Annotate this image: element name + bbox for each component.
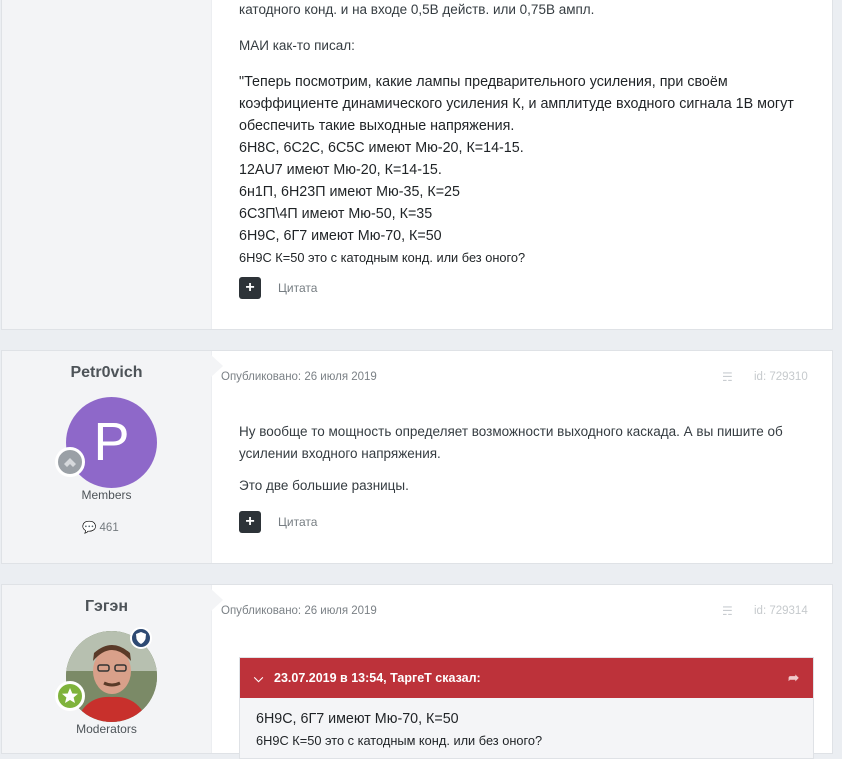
post-1: катодного конд. и на входе 0,5В действ. …	[1, 0, 833, 330]
post-text-line: усилении входного напряжения.	[239, 446, 441, 461]
quoted-block: "Теперь посмотрим, какие лампы предварит…	[239, 71, 808, 269]
quote-line: 6Н9С, 6Г7 имеют Мю-70, К=50	[256, 711, 459, 727]
post-2: Petr0vich P Members 💬 461 Опубликовано: …	[1, 350, 833, 564]
quote-line: 6Н9С К=50 это с катодным конд. или без о…	[239, 250, 526, 265]
add-reaction-button[interactable]: +	[239, 511, 261, 533]
chevron-down-icon[interactable]: ⌵	[254, 658, 263, 698]
author-name[interactable]: Petr0vich	[2, 364, 211, 382]
quote-button[interactable]: Цитата	[278, 515, 317, 529]
quote-line: обеспечить такие выходные напряжения.	[239, 118, 515, 134]
star-badge-icon	[55, 681, 85, 711]
quote-line: 6Н9С, 6Г7 имеют Мю-70, К=50	[239, 228, 442, 244]
quote-citation: 23.07.2019 в 13:54, ТаргеТ сказал:	[274, 671, 481, 685]
post-id: id: 729314	[754, 605, 808, 617]
member-group: Members	[81, 488, 132, 502]
posted-date[interactable]: Опубликовано: 26 июля 2019	[221, 371, 377, 383]
post-count-value: 461	[99, 522, 119, 534]
post-text-line: катодного конд. и на входе 0,5В действ. …	[239, 2, 595, 17]
post-text-line: МАИ как-то писал:	[239, 38, 355, 53]
quote-content: 6Н9С, 6Г7 имеют Мю-70, К=50 6Н9С К=50 эт…	[240, 698, 813, 758]
share-icon[interactable]: ☴	[722, 604, 733, 618]
author-name[interactable]: Гэгэн	[2, 598, 211, 616]
post-body: катодного конд. и на входе 0,5В действ. …	[239, 0, 808, 269]
reply-arrow-icon[interactable]: ➦	[788, 658, 799, 698]
moderator-shield-icon	[130, 627, 152, 649]
quote-line: 6С3П\4П имеют Мю-50, К=35	[239, 206, 433, 222]
post-id: id: 729310	[754, 371, 808, 383]
posted-date[interactable]: Опубликовано: 26 июля 2019	[221, 605, 377, 617]
quote-box: ⌵ 23.07.2019 в 13:54, ТаргеТ сказал: ➦ 6…	[239, 657, 814, 759]
quote-line: коэффициенте динамического усиления К, и…	[239, 96, 794, 112]
author-panel: Гэгэн Moderators	[2, 585, 212, 753]
post-text-line: Это две большие разницы.	[239, 478, 409, 493]
avatar[interactable]: P	[66, 397, 157, 488]
post-3: Гэгэн Moderators Опубликовано: 26 июля 2…	[1, 584, 833, 759]
member-group: Moderators	[76, 722, 137, 736]
post-body: Ну вообще то мощность определяет возможн…	[239, 421, 808, 497]
author-panel	[2, 0, 212, 329]
add-reaction-button[interactable]: +	[239, 277, 261, 299]
quote-line: 6н1П, 6Н23П имеют Мю-35, К=25	[239, 184, 460, 200]
quote-button[interactable]: Цитата	[278, 281, 317, 295]
post-count: 💬 461	[82, 520, 119, 534]
post-text-line: Ну вообще то мощность определяет возможн…	[239, 424, 783, 439]
quote-line: 6Н9С К=50 это с катодным конд. или без о…	[256, 733, 543, 748]
rank-badge-icon	[55, 447, 85, 477]
quote-line: 6Н8С, 6С2С, 6С5С имеют Мю-20, К=14-15.	[239, 140, 524, 156]
quote-header[interactable]: ⌵ 23.07.2019 в 13:54, ТаргеТ сказал: ➦	[240, 658, 813, 698]
quote-line: "Теперь посмотрим, какие лампы предварит…	[239, 74, 728, 90]
quote-line: 12AU7 имеют Мю-20, К=14-15.	[239, 162, 442, 178]
author-panel: Petr0vich P Members 💬 461	[2, 351, 212, 563]
comment-icon: 💬	[82, 522, 97, 534]
share-icon[interactable]: ☴	[722, 370, 733, 384]
